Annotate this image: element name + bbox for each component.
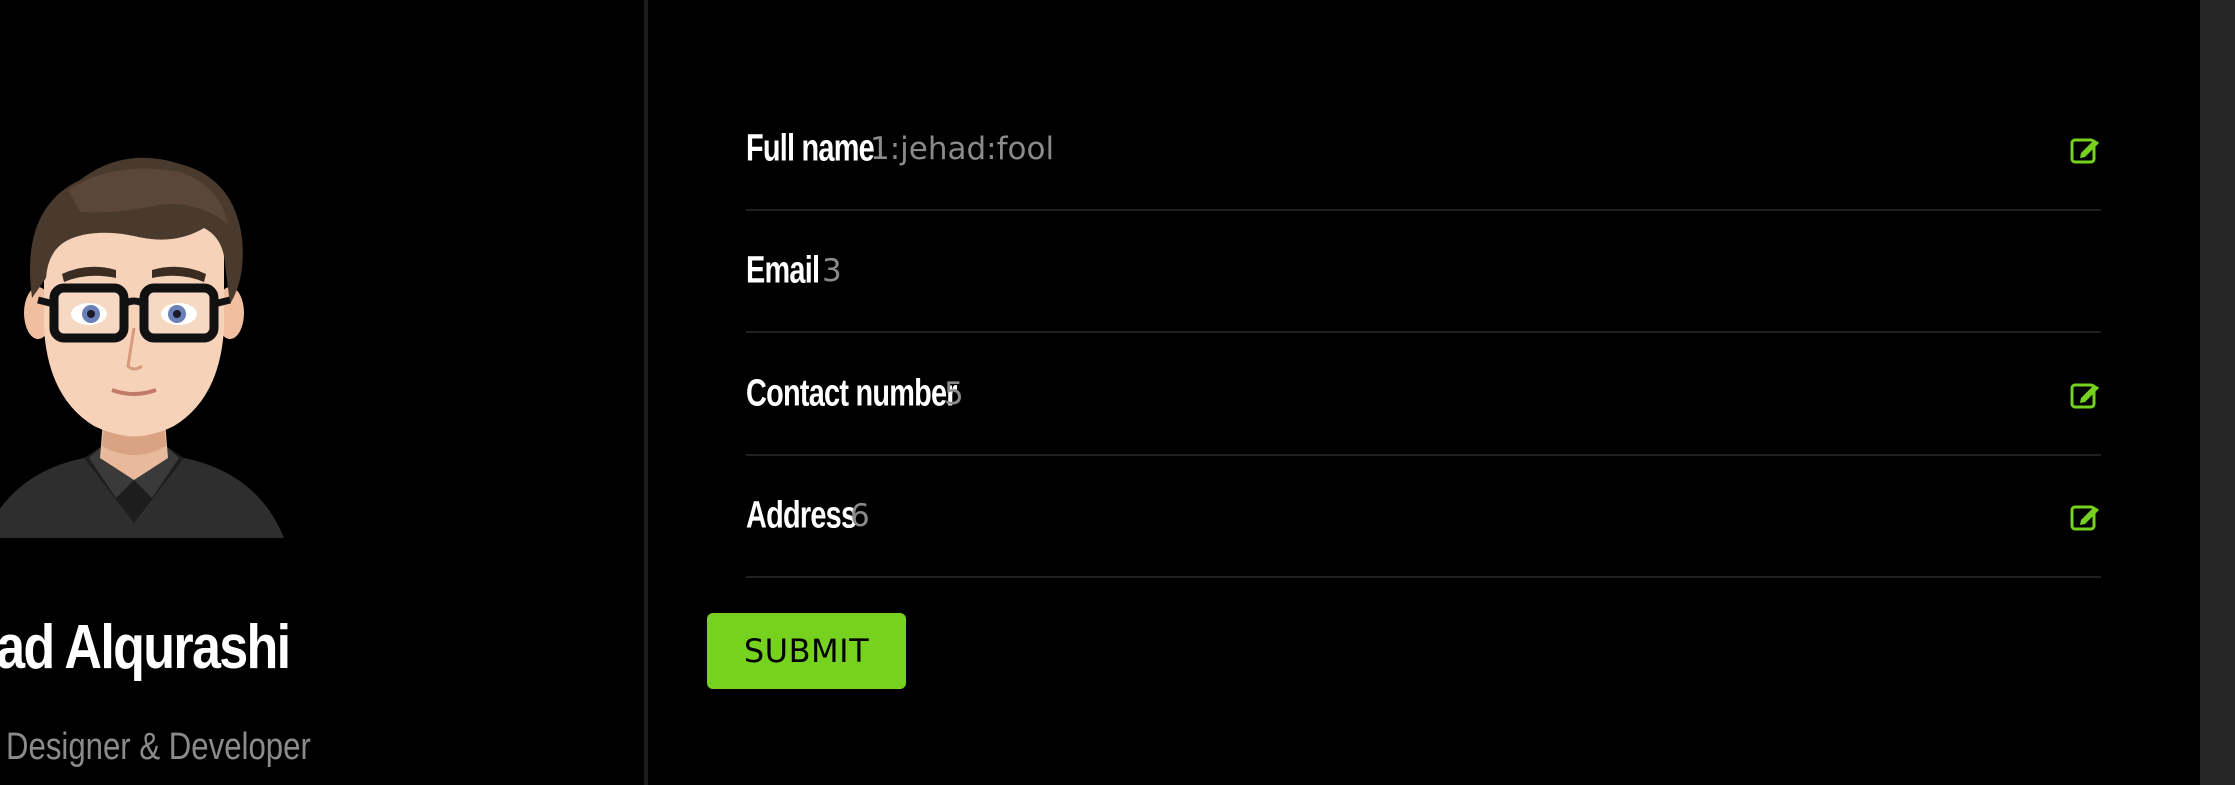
- page-scroll-edge: [2200, 0, 2235, 785]
- field-label-full-name: Full name: [746, 127, 875, 170]
- field-value-full-name: 1:jehad:fool: [870, 131, 1055, 167]
- field-value-contact-number: 5: [944, 376, 964, 412]
- field-row-address: Address 6: [746, 456, 2101, 578]
- profile-panel: had Alqurashi o Designer & Developer: [0, 0, 644, 785]
- field-row-contact-number: Contact number 5: [746, 334, 2101, 456]
- submit-button[interactable]: SUBMIT: [707, 613, 906, 689]
- edit-icon[interactable]: [2069, 500, 2101, 532]
- field-label-email: Email: [746, 249, 820, 292]
- edit-icon[interactable]: [2069, 378, 2101, 410]
- profile-role: o Designer & Developer: [0, 726, 311, 768]
- field-row-full-name: Full name 1:jehad:fool: [746, 89, 2101, 211]
- field-value-email: 3: [822, 253, 842, 289]
- profile-name: had Alqurashi: [0, 613, 291, 682]
- field-row-email: Email 3: [746, 211, 2101, 333]
- field-value-address: 6: [850, 498, 870, 534]
- field-label-address: Address: [746, 494, 857, 537]
- field-label-contact-number: Contact number: [746, 372, 958, 415]
- profile-avatar: [0, 157, 284, 538]
- edit-icon[interactable]: [2069, 133, 2101, 165]
